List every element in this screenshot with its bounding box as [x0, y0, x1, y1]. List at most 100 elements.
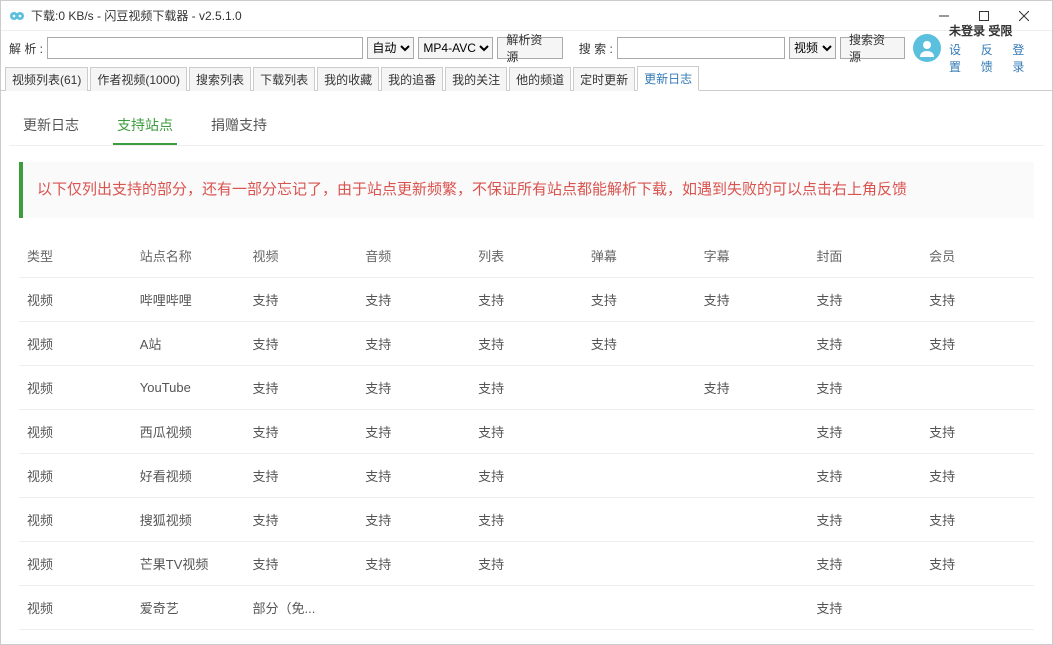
table-cell: 支持	[470, 542, 583, 586]
table-cell	[357, 630, 470, 645]
table-cell: 哔哩哔哩	[132, 278, 245, 322]
table-body: 视频哔哩哔哩支持支持支持支持支持支持支持视频A站支持支持支持支持支持支持视频Yo…	[19, 278, 1034, 645]
main-tab[interactable]: 视频列表(61)	[5, 67, 88, 91]
avatar[interactable]	[913, 34, 941, 62]
table-cell: 爱奇艺	[132, 586, 245, 630]
table-cell	[583, 498, 696, 542]
table-cell: 芒果TV视频	[132, 542, 245, 586]
table-cell: 支持	[357, 410, 470, 454]
table-cell: 支持	[808, 278, 921, 322]
table-header-cell: 弹幕	[583, 234, 696, 278]
sub-tab[interactable]: 捐赠支持	[207, 107, 271, 145]
table-cell	[583, 630, 696, 645]
sub-tab[interactable]: 支持站点	[113, 107, 177, 145]
app-window: 下载:0 KB/s - 闪豆视频下载器 - v2.5.1.0 解 析 : 自动 …	[0, 0, 1053, 645]
table-header-cell: 站点名称	[132, 234, 245, 278]
search-button[interactable]: 搜索资源	[840, 37, 905, 59]
table-cell: 支持	[470, 498, 583, 542]
table-cell: 视频	[19, 586, 132, 630]
table-cell: 支持	[357, 322, 470, 366]
window-title: 下载:0 KB/s - 闪豆视频下载器 - v2.5.1.0	[31, 7, 924, 24]
table-row: 视频芒果TV视频支持支持支持支持支持	[19, 542, 1034, 586]
table-cell: 支持	[470, 454, 583, 498]
table-header-cell: 封面	[808, 234, 921, 278]
table-cell	[583, 454, 696, 498]
sub-tab[interactable]: 更新日志	[19, 107, 83, 145]
table-cell: 支持	[808, 498, 921, 542]
main-tab[interactable]: 搜索列表	[189, 67, 251, 91]
table-cell: 视频	[19, 366, 132, 410]
table-cell: 支持	[245, 278, 358, 322]
main-tab[interactable]: 我的收藏	[317, 67, 379, 91]
table-cell: 好看视频	[132, 454, 245, 498]
table-cell	[696, 498, 809, 542]
main-tab[interactable]: 我的追番	[381, 67, 443, 91]
table-cell: 支持	[357, 366, 470, 410]
table-cell: 支持	[921, 278, 1034, 322]
table-cell: 支持	[357, 542, 470, 586]
table-cell	[583, 542, 696, 586]
table-cell: 支持	[357, 498, 470, 542]
notice-banner: 以下仅列出支持的部分，还有一部分忘记了，由于站点更新频繁，不保证所有站点都能解析…	[19, 162, 1034, 218]
table-cell: 支持	[696, 366, 809, 410]
support-table: 类型站点名称视频音频列表弹幕字幕封面会员 视频哔哩哔哩支持支持支持支持支持支持支…	[19, 234, 1034, 644]
table-cell: 支持	[808, 586, 921, 630]
table-cell: 支持	[470, 322, 583, 366]
titlebar: 下载:0 KB/s - 闪豆视频下载器 - v2.5.1.0	[1, 1, 1052, 31]
table-cell	[583, 366, 696, 410]
table-cell: YouTube	[132, 366, 245, 410]
main-tab[interactable]: 下载列表	[253, 67, 315, 91]
table-cell: A站	[132, 322, 245, 366]
table-header-cell: 音频	[357, 234, 470, 278]
table-cell	[583, 586, 696, 630]
table-cell	[696, 454, 809, 498]
table-row: 视频好看视频支持支持支持支持支持	[19, 454, 1034, 498]
table-cell: 视频	[19, 542, 132, 586]
table-header-cell: 会员	[921, 234, 1034, 278]
table-cell: 搜狐视频	[132, 498, 245, 542]
table-cell: 支持	[808, 454, 921, 498]
table-cell: 支持	[357, 278, 470, 322]
table-cell: 支持	[245, 410, 358, 454]
table-cell: 支持	[357, 454, 470, 498]
table-cell: 支持	[808, 410, 921, 454]
app-icon	[9, 8, 25, 24]
sub-tabs: 更新日志支持站点捐赠支持	[9, 99, 1044, 146]
mode-select[interactable]: 自动	[367, 37, 414, 59]
table-cell	[357, 586, 470, 630]
table-header-cell: 字幕	[696, 234, 809, 278]
table-cell: 视频	[19, 498, 132, 542]
main-tab[interactable]: 他的频道	[509, 67, 571, 91]
table-cell	[696, 542, 809, 586]
main-tab[interactable]: 更新日志	[637, 66, 699, 91]
parse-label: 解 析 :	[9, 40, 43, 57]
table-cell: 支持	[470, 278, 583, 322]
main-tabs: 视频列表(61)作者视频(1000)搜索列表下载列表我的收藏我的追番我的关注他的…	[1, 65, 1052, 91]
table-cell: 支持	[696, 278, 809, 322]
format-select[interactable]: MP4-AVC	[418, 37, 493, 59]
table-cell	[921, 586, 1034, 630]
table-cell	[696, 630, 809, 645]
search-type-select[interactable]: 视频	[789, 37, 836, 59]
table-cell: 视频	[19, 322, 132, 366]
table-cell: 支持	[245, 542, 358, 586]
table-row: 视频爱奇艺部分（免...支持	[19, 586, 1034, 630]
table-cell: 支持	[470, 410, 583, 454]
table-cell: 支持	[921, 322, 1034, 366]
table-cell: 支持	[921, 454, 1034, 498]
table-cell: 支持	[808, 542, 921, 586]
main-tab[interactable]: 作者视频(1000)	[90, 67, 187, 91]
parse-button[interactable]: 解析资源	[497, 37, 562, 59]
main-tab[interactable]: 定时更新	[573, 67, 635, 91]
parse-input[interactable]	[47, 37, 363, 59]
table-cell: 支持	[470, 366, 583, 410]
table-cell: 支持	[245, 322, 358, 366]
main-tab[interactable]: 我的关注	[445, 67, 507, 91]
table-header-cell: 列表	[470, 234, 583, 278]
table-cell: 支持	[808, 630, 921, 645]
table-cell	[470, 630, 583, 645]
table-cell: 西瓜视频	[132, 410, 245, 454]
search-input[interactable]	[617, 37, 785, 59]
table-row: 视频腾讯视频部分支持支持	[19, 630, 1034, 645]
toolbar: 解 析 : 自动 MP4-AVC 解析资源 搜 索 : 视频 搜索资源 未登录 …	[1, 31, 1052, 65]
